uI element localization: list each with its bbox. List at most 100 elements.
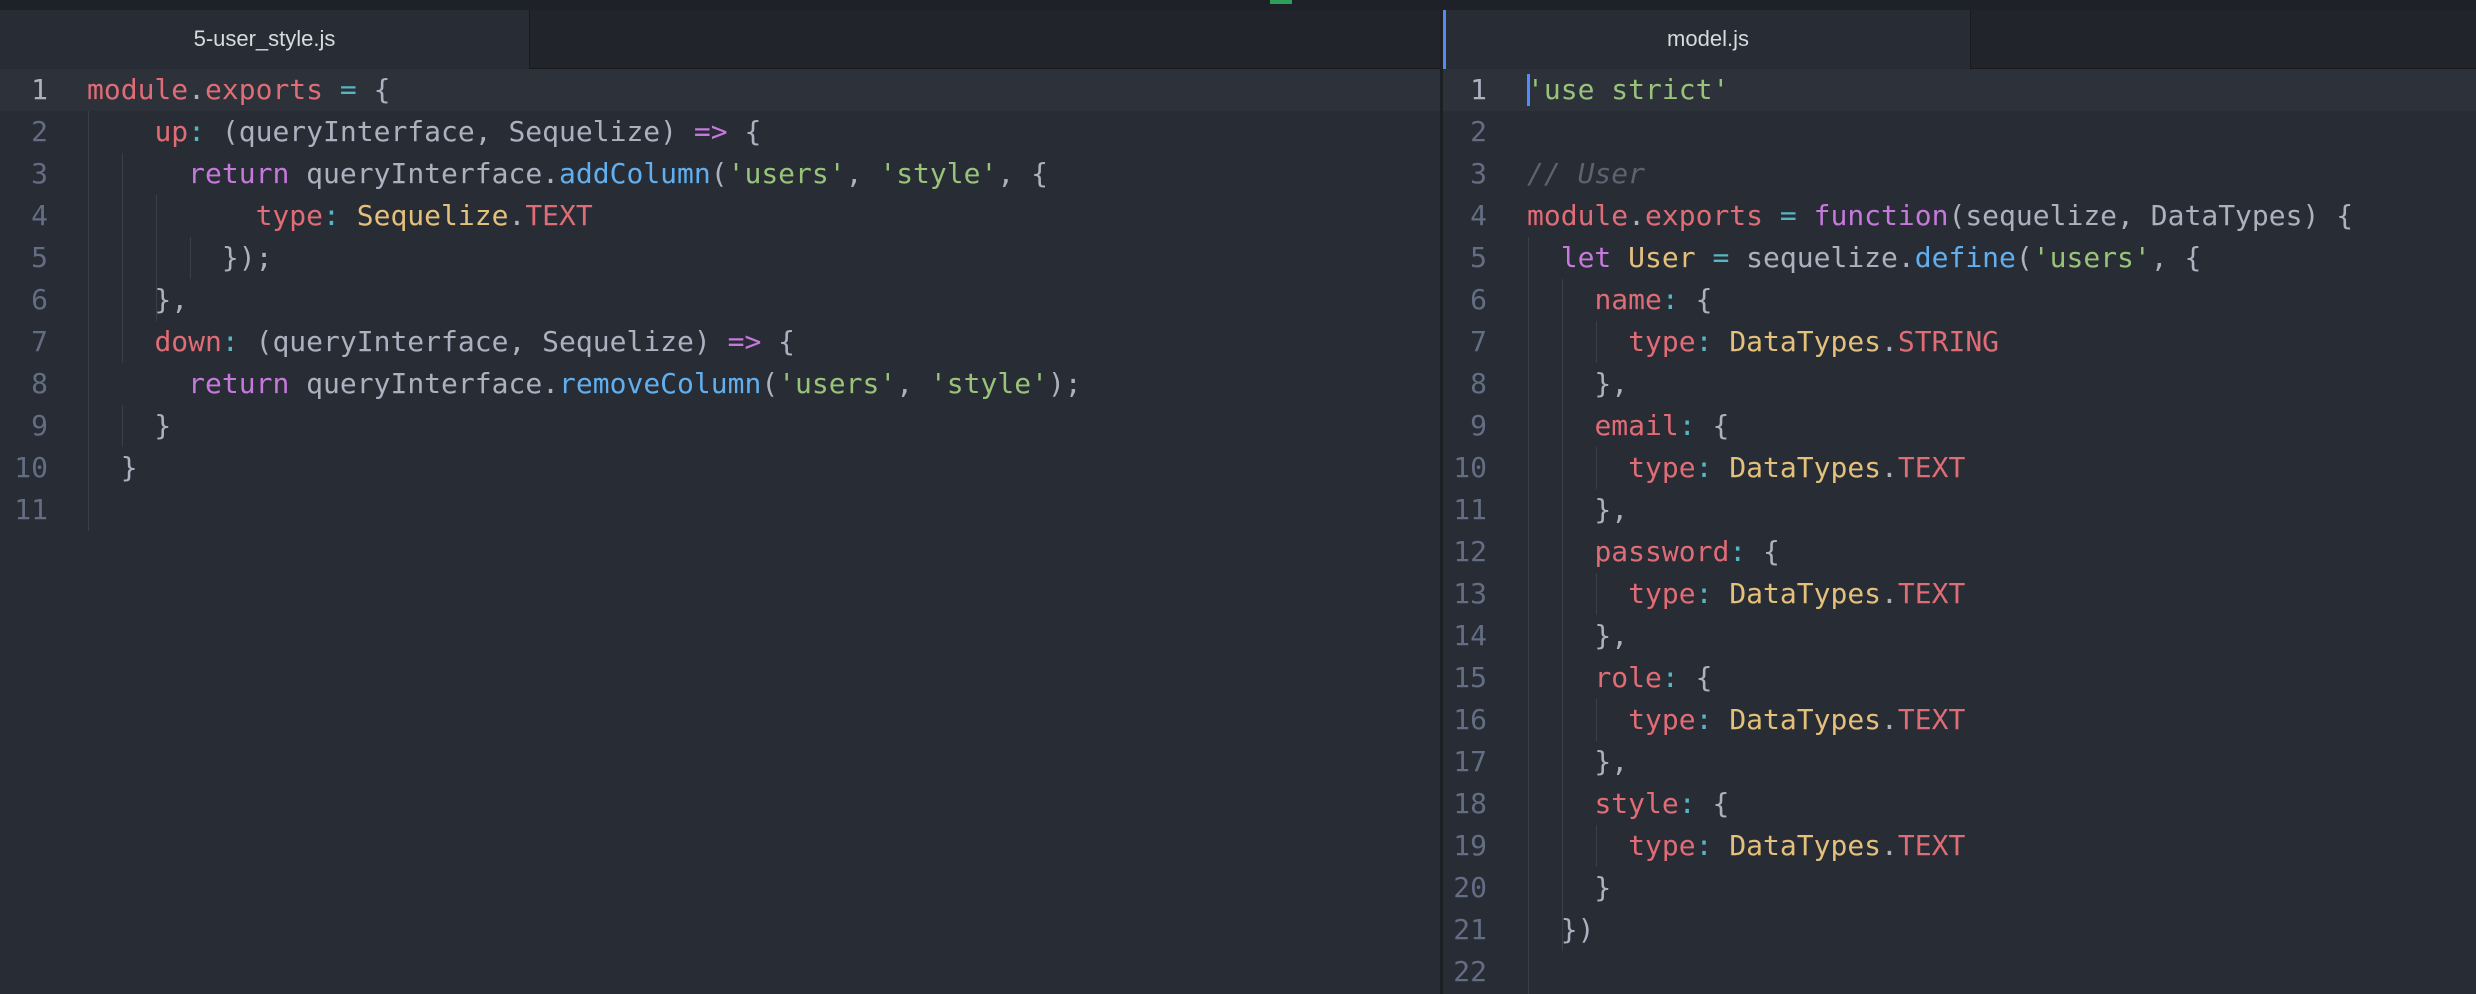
code-line[interactable]: 5 let User = sequelize.define('users', { [1443, 237, 2476, 279]
code-token: User [1628, 241, 1696, 274]
code-line[interactable]: 4 type: Sequelize.TEXT [0, 195, 1440, 237]
code-token: { [727, 115, 762, 148]
code-line[interactable]: 2 up: (queryInterface, Sequelize) => { [0, 111, 1440, 153]
code-token: . [1881, 451, 1898, 484]
code-line[interactable]: 16 type: DataTypes.TEXT [1443, 699, 2476, 741]
code-line[interactable]: 1 'use strict' [1443, 69, 2476, 111]
code-line[interactable]: 10 } [0, 447, 1440, 489]
right-editor-pane[interactable]: model.js 1'use strict' 2 3 // User 4 module.e… [1443, 10, 2476, 994]
indent-guide [190, 237, 191, 279]
line-number: 9 [1470, 409, 1487, 442]
line-number: 2 [1470, 115, 1487, 148]
line-number: 6 [1470, 283, 1487, 316]
code-token: { [761, 325, 796, 358]
code-token: 'style' [929, 367, 1048, 400]
right-tab-bar: model.js [1443, 10, 2476, 69]
code-text: }); [87, 237, 273, 279]
code-line[interactable]: 15 role: { [1443, 657, 2476, 699]
code-token: : [221, 325, 256, 358]
code-line[interactable]: 7 down: (queryInterface, Sequelize) => { [0, 321, 1440, 363]
line-number: 5 [31, 241, 48, 274]
code-line[interactable]: 21 }) [1443, 909, 2476, 951]
text-cursor [1527, 74, 1530, 106]
code-line[interactable]: 13 type: DataTypes.TEXT [1443, 573, 2476, 615]
code-line[interactable]: 2 [1443, 111, 2476, 153]
code-line[interactable]: 7 type: DataTypes.STRING [1443, 321, 2476, 363]
code-line[interactable]: 19 type: DataTypes.TEXT [1443, 825, 2476, 867]
code-line[interactable]: 11 }, [1443, 489, 2476, 531]
code-token: return [188, 367, 290, 400]
code-text: style: { [1527, 783, 1729, 825]
code-text: password: { [1527, 531, 1779, 573]
code-token: , [845, 157, 880, 190]
code-line[interactable]: 10 type: DataTypes.TEXT [1443, 447, 2476, 489]
code-text: } [87, 405, 171, 447]
code-line[interactable]: 6 }, [0, 279, 1440, 321]
code-line[interactable]: 11 [0, 489, 1440, 531]
code-line[interactable]: 20 } [1443, 867, 2476, 909]
line-number: 16 [1453, 703, 1487, 736]
code-line[interactable]: 12 password: { [1443, 531, 2476, 573]
code-line[interactable]: 3 // User [1443, 153, 2476, 195]
code-token: down [154, 325, 222, 358]
line-number: 7 [1470, 325, 1487, 358]
line-number: 3 [1470, 157, 1487, 190]
tab-5-user-style-js[interactable]: 5-user_style.js [0, 10, 530, 69]
code-token: ( [2015, 241, 2033, 274]
code-token: 'users' [778, 367, 897, 400]
tab-model-js[interactable]: model.js [1443, 10, 1971, 69]
code-token: type [1628, 703, 1696, 736]
line-number: 12 [1453, 535, 1487, 568]
code-line[interactable]: 22 [1443, 951, 2476, 993]
code-line[interactable]: 3 return queryInterface.addColumn('users… [0, 153, 1440, 195]
line-number: 7 [31, 325, 48, 358]
code-line[interactable]: 4 module.exports = function(sequelize, Da… [1443, 195, 2476, 237]
code-line[interactable]: 1 module.exports = { [0, 69, 1440, 111]
code-token: }, [1527, 493, 1629, 526]
code-token: addColumn [559, 157, 711, 190]
code-text: } [1527, 867, 1611, 909]
code-token: DataTypes [1729, 451, 1882, 484]
code-token: : [1678, 787, 1713, 820]
code-line[interactable]: 18 style: { [1443, 783, 2476, 825]
line-number: 8 [31, 367, 48, 400]
code-token: define [1914, 241, 2016, 274]
code-line[interactable]: 9 email: { [1443, 405, 2476, 447]
code-token: 'use strict' [1527, 73, 1730, 106]
code-line[interactable]: 6 name: { [1443, 279, 2476, 321]
code-token: (queryInterface, Sequelize) [255, 325, 728, 358]
code-text: up: (queryInterface, Sequelize) => { [87, 111, 761, 153]
code-text: 'use strict' [1527, 69, 1729, 111]
code-token: = [1763, 199, 1814, 232]
code-token: . [1881, 703, 1898, 736]
code-token: : [1695, 703, 1730, 736]
line-number: 3 [31, 157, 48, 190]
title-bar-status-mark [1270, 0, 1292, 4]
code-line[interactable]: 8 }, [1443, 363, 2476, 405]
code-line[interactable]: 17 }, [1443, 741, 2476, 783]
code-token: TEXT [1897, 577, 1966, 610]
line-number: 10 [14, 451, 48, 484]
left-editor-pane[interactable]: 5-user_style.js 1 module.exports = {2 up:… [0, 10, 1440, 994]
code-text: }, [1527, 363, 1628, 405]
code-token: type [1628, 577, 1696, 610]
code-token: : [1661, 661, 1696, 694]
line-number: 18 [1453, 787, 1487, 820]
code-text: down: (queryInterface, Sequelize) => { [87, 321, 795, 363]
code-line[interactable]: 9 } [0, 405, 1440, 447]
code-line[interactable]: 5 }); [0, 237, 1440, 279]
code-token: // User [1527, 157, 1646, 190]
line-number: 15 [1453, 661, 1487, 694]
code-line[interactable]: 8 return queryInterface.removeColumn('us… [0, 363, 1440, 405]
code-line[interactable]: 14 }, [1443, 615, 2476, 657]
left-code-editor[interactable]: 1 module.exports = {2 up: (queryInterface… [0, 69, 1440, 994]
code-token: password [1594, 535, 1730, 568]
code-token: type [1628, 325, 1696, 358]
code-token: : [188, 115, 222, 148]
indent-guide [1596, 699, 1597, 741]
right-code-editor[interactable]: 1 'use strict' 2 3 // User 4 module.exports = … [1443, 69, 2476, 994]
